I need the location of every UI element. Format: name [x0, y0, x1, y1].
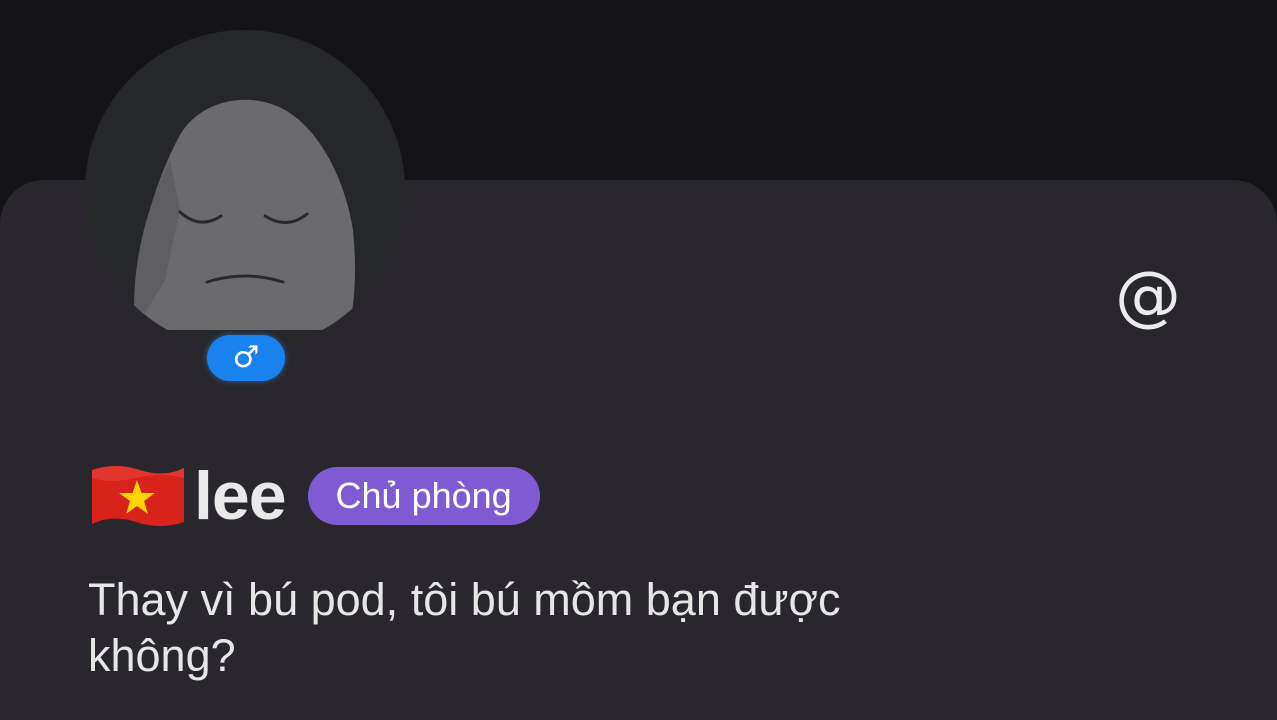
mention-button[interactable]: @	[1110, 258, 1186, 334]
profile-bio: Thay vì bú pod, tôi bú mồm bạn được khôn…	[88, 574, 841, 681]
gender-male-badge: ♂	[207, 335, 285, 381]
profile-screen: ♂ @ lee Chủ phòng Thay vì bú pod, tôi bú…	[0, 0, 1277, 720]
role-badge: Chủ phòng	[307, 467, 540, 525]
at-sign-icon: @	[1115, 257, 1181, 334]
name-row: lee Chủ phòng	[88, 458, 540, 534]
vietnam-flag-icon	[88, 460, 186, 532]
avatar[interactable]	[85, 30, 405, 350]
username: lee	[194, 458, 287, 534]
default-avatar-icon	[85, 30, 405, 350]
